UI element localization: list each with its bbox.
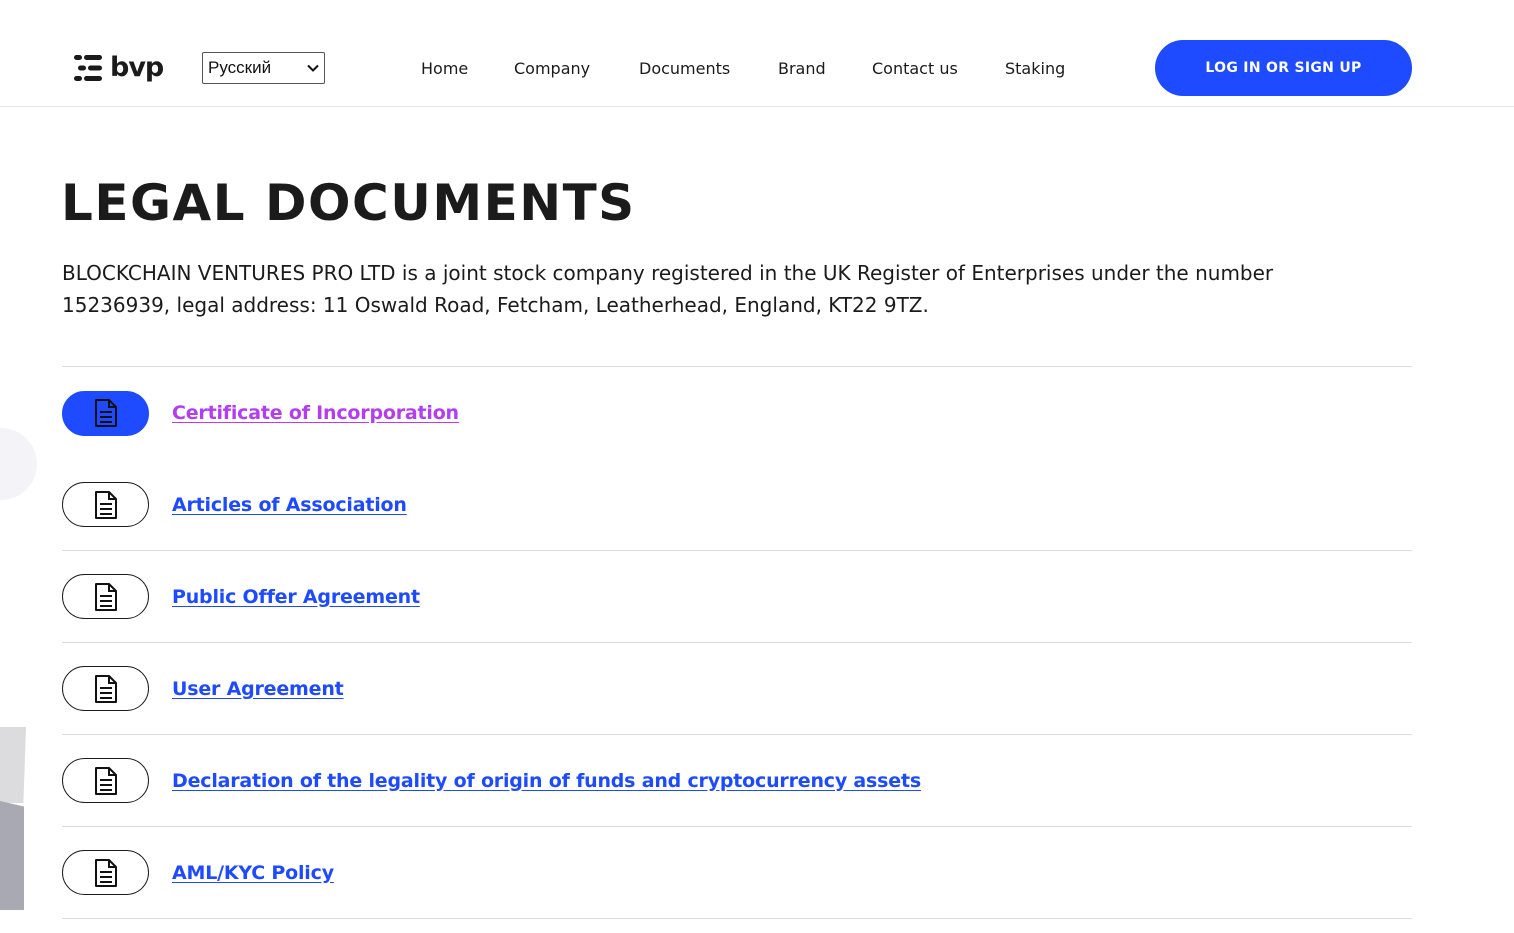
document-icon[interactable] [62, 390, 149, 436]
document-icon[interactable] [62, 758, 149, 803]
main-nav: Home Company Documents Brand Contact us … [421, 57, 1075, 81]
list-item: Articles of Association [62, 459, 1412, 551]
document-link-certificate[interactable]: Certificate of Incorporation [172, 402, 459, 424]
decorative-circle [0, 428, 37, 500]
logo-text: bvp [110, 52, 164, 83]
document-icon[interactable] [62, 850, 149, 895]
nav-link-documents[interactable]: Documents [639, 57, 778, 81]
login-signup-button[interactable]: LOG IN OR SIGN UP [1155, 40, 1412, 96]
nav-link-company[interactable]: Company [514, 57, 639, 81]
document-icon[interactable] [62, 574, 149, 619]
page-title: LEGAL DOCUMENTS [61, 174, 636, 232]
document-icon[interactable] [62, 482, 149, 527]
document-icon[interactable] [62, 666, 149, 711]
document-link-aml-kyc[interactable]: AML/KYC Policy [172, 862, 334, 884]
list-item: Public Offer Agreement [62, 551, 1412, 643]
nav-link-contact-us[interactable]: Contact us [872, 57, 1005, 81]
chevron-down-icon [307, 64, 319, 72]
list-item: AML/KYC Policy [62, 827, 1412, 919]
language-selected: Русский [208, 58, 272, 77]
intro-text: BLOCKCHAIN VENTURES PRO LTD is a joint s… [62, 261, 1274, 317]
decorative-shape [0, 727, 26, 803]
nav-link-staking[interactable]: Staking [1005, 57, 1075, 81]
document-link-articles[interactable]: Articles of Association [172, 494, 407, 516]
list-item: User Agreement [62, 643, 1412, 735]
decorative-shape [0, 801, 24, 910]
list-item: Certificate of Incorporation [62, 367, 1412, 459]
documents-list: Certificate of Incorporation Articles of… [62, 366, 1412, 919]
language-select[interactable]: Русский [202, 52, 325, 84]
site-header: bvp Русский Home Company Documents Brand… [0, 0, 1514, 107]
nav-link-brand[interactable]: Brand [778, 57, 872, 81]
nav-link-home[interactable]: Home [421, 57, 514, 81]
list-item: Declaration of the legality of origin of… [62, 735, 1412, 827]
document-link-declaration[interactable]: Declaration of the legality of origin of… [172, 770, 921, 792]
document-link-user-agreement[interactable]: User Agreement [172, 678, 344, 700]
logo[interactable]: bvp [72, 52, 164, 84]
document-link-public-offer[interactable]: Public Offer Agreement [172, 586, 420, 608]
logo-icon [74, 55, 102, 81]
